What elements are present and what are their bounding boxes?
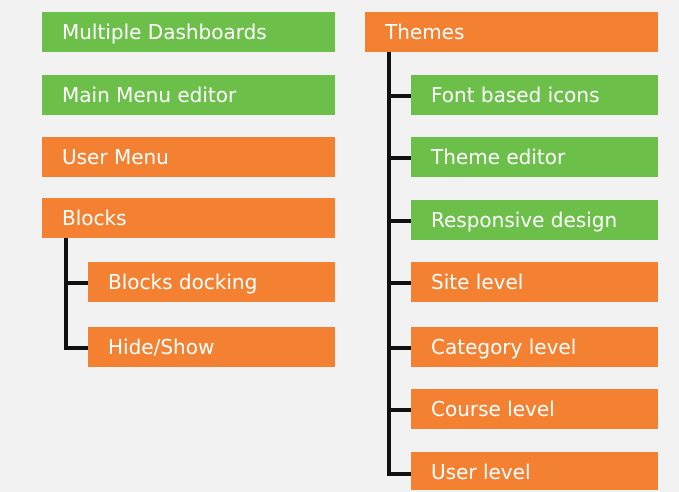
node-course-level: Course level <box>411 389 658 429</box>
node-font-based-icons: Font based icons <box>411 75 658 115</box>
themes-connector-branch-course <box>387 408 411 412</box>
themes-connector-branch-theme-editor <box>387 156 411 160</box>
blocks-connector-branch-docking <box>64 281 88 285</box>
node-user-level: User level <box>411 452 658 490</box>
themes-connector-branch-responsive <box>387 219 411 223</box>
node-main-menu-editor: Main Menu editor <box>42 75 335 115</box>
themes-connector-branch-site <box>387 281 411 285</box>
node-themes: Themes <box>365 12 658 52</box>
node-multiple-dashboards: Multiple Dashboards <box>42 12 335 52</box>
blocks-connector-branch-hide-show <box>64 346 88 350</box>
node-site-level: Site level <box>411 262 658 302</box>
node-blocks: Blocks <box>42 198 335 238</box>
themes-connector-branch-user <box>387 472 411 476</box>
node-theme-editor: Theme editor <box>411 137 658 177</box>
node-category-level: Category level <box>411 327 658 367</box>
blocks-connector-trunk <box>64 238 68 350</box>
themes-connector-trunk <box>387 52 391 476</box>
node-user-menu: User Menu <box>42 137 335 177</box>
node-responsive-design: Responsive design <box>411 200 658 240</box>
themes-connector-branch-font-icons <box>387 94 411 98</box>
node-blocks-docking: Blocks docking <box>88 262 335 302</box>
node-hide-show: Hide/Show <box>88 327 335 367</box>
diagram-canvas: { "colors": { "green": "#6cc04a", "orang… <box>0 0 679 490</box>
themes-connector-branch-category <box>387 346 411 350</box>
